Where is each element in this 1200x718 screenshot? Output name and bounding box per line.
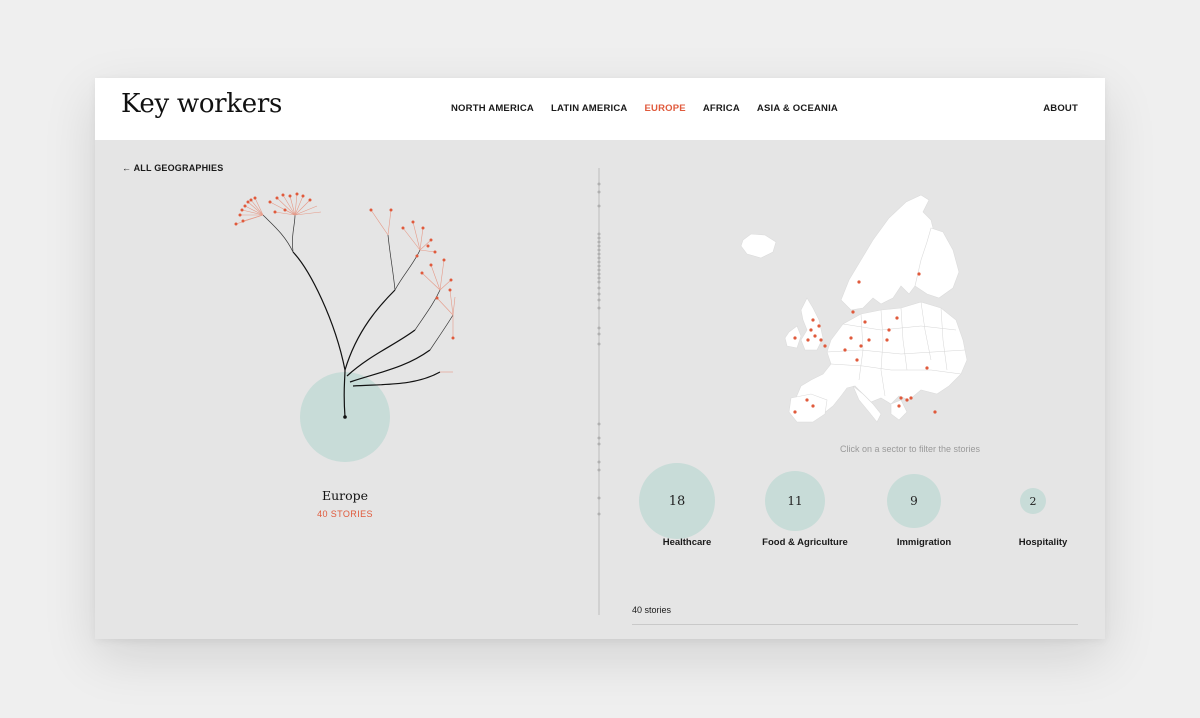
- region-story-count: 40 STORIES: [317, 509, 373, 519]
- nav-north-america[interactable]: NORTH AMERICA: [451, 103, 534, 114]
- region-nav: NORTH AMERICA LATIN AMERICA EUROPE AFRIC…: [451, 103, 855, 114]
- nav-europe[interactable]: EUROPE: [644, 103, 685, 114]
- sector-bubble[interactable]: 11: [765, 471, 825, 531]
- tree-branches: [262, 214, 454, 351]
- sector-bubble[interactable]: 9: [887, 474, 941, 528]
- map-uk: [800, 297, 824, 351]
- nav-latin-america[interactable]: LATIN AMERICA: [551, 103, 627, 114]
- map-iberia: [788, 393, 828, 423]
- map-greece: [890, 399, 908, 421]
- stories-count-label: 40 stories: [632, 605, 672, 615]
- sector-hospitality[interactable]: 2 Hospitality: [993, 488, 1073, 548]
- sector-bubble[interactable]: 18: [639, 463, 715, 539]
- stories-tree-visualization: [234, 192, 456, 462]
- sector-healthcare[interactable]: 18 Healthcare: [637, 463, 717, 548]
- site-logo-title[interactable]: Key workers: [121, 89, 282, 119]
- top-navigation-bar: Key workers NORTH AMERICA LATIN AMERICA …: [95, 78, 1105, 140]
- sector-count: 2: [1029, 494, 1037, 508]
- stories-divider: [632, 624, 1078, 625]
- map-ireland: [784, 325, 802, 349]
- sector-immigration[interactable]: 9 Immigration: [874, 474, 954, 548]
- sector-bubble[interactable]: 2: [1020, 488, 1046, 514]
- sector-label: Hospitality: [1018, 537, 1068, 548]
- nav-asia-oceania[interactable]: ASIA & OCEANIA: [757, 103, 838, 114]
- europe-map[interactable]: [731, 190, 981, 425]
- tree-root-dot: [343, 415, 347, 419]
- story-timeline[interactable]: [591, 168, 607, 618]
- sector-count: 18: [668, 493, 686, 509]
- map-filter-hint: Click on a sector to filter the stories: [839, 444, 981, 454]
- nav-about[interactable]: ABOUT: [1043, 103, 1078, 114]
- app-window: Key workers NORTH AMERICA LATIN AMERICA …: [95, 78, 1105, 639]
- tree-leaf-dots: [234, 192, 455, 340]
- sector-count: 9: [910, 494, 918, 508]
- sector-count: 11: [787, 494, 803, 508]
- map-iceland: [740, 233, 777, 259]
- region-name: Europe: [321, 488, 369, 503]
- nav-africa[interactable]: AFRICA: [703, 103, 740, 114]
- sector-food-agriculture[interactable]: 11 Food & Agriculture: [755, 471, 848, 548]
